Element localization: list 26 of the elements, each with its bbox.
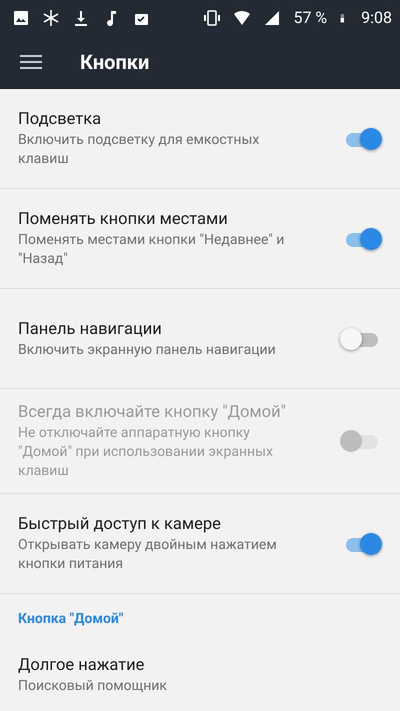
download-icon bbox=[72, 8, 90, 26]
setting-title: Всегда включайте кнопку "Домой" bbox=[18, 403, 287, 422]
menu-icon[interactable] bbox=[20, 54, 42, 70]
toggle-switch[interactable] bbox=[344, 228, 380, 252]
toggle-switch[interactable] bbox=[344, 532, 380, 556]
image-icon bbox=[12, 8, 30, 26]
setting-summary: Включить экранную панель навигации bbox=[18, 340, 277, 360]
setting-summary: Поменять местами кнопки "Недавнее" и "Назад" bbox=[18, 231, 286, 269]
toolbar-title: Кнопки bbox=[80, 50, 150, 74]
toggle-switch[interactable] bbox=[344, 128, 380, 152]
setting-title: Поменять кнопки местами bbox=[18, 210, 229, 229]
setting-title: Панель навигации bbox=[18, 320, 163, 338]
battery-percent: 57 % bbox=[293, 8, 328, 27]
section-header: Кнопка "Домой" bbox=[18, 611, 124, 627]
setting-summary: Открывать камеру двойным нажатием кнопки питания bbox=[18, 536, 278, 574]
setting-title[interactable]: Долгое нажатие bbox=[18, 656, 342, 675]
signal-icon bbox=[263, 8, 282, 26]
clock: 9:08 bbox=[361, 8, 392, 27]
vibrate-icon bbox=[203, 8, 222, 26]
wifi-icon bbox=[233, 8, 252, 26]
setting-summary: Не отключайте аппаратную кнопку "Домой" при использовании экранных клавиш bbox=[18, 424, 274, 481]
setting-summary: Включить подсветку для емкостных клавиш bbox=[18, 131, 260, 169]
setting-title: Подсветка bbox=[18, 110, 102, 129]
setting-summary: Поисковый помощник bbox=[18, 677, 168, 696]
snowflake-icon bbox=[42, 8, 60, 26]
setting-title: Быстрый доступ к камере bbox=[18, 515, 222, 534]
